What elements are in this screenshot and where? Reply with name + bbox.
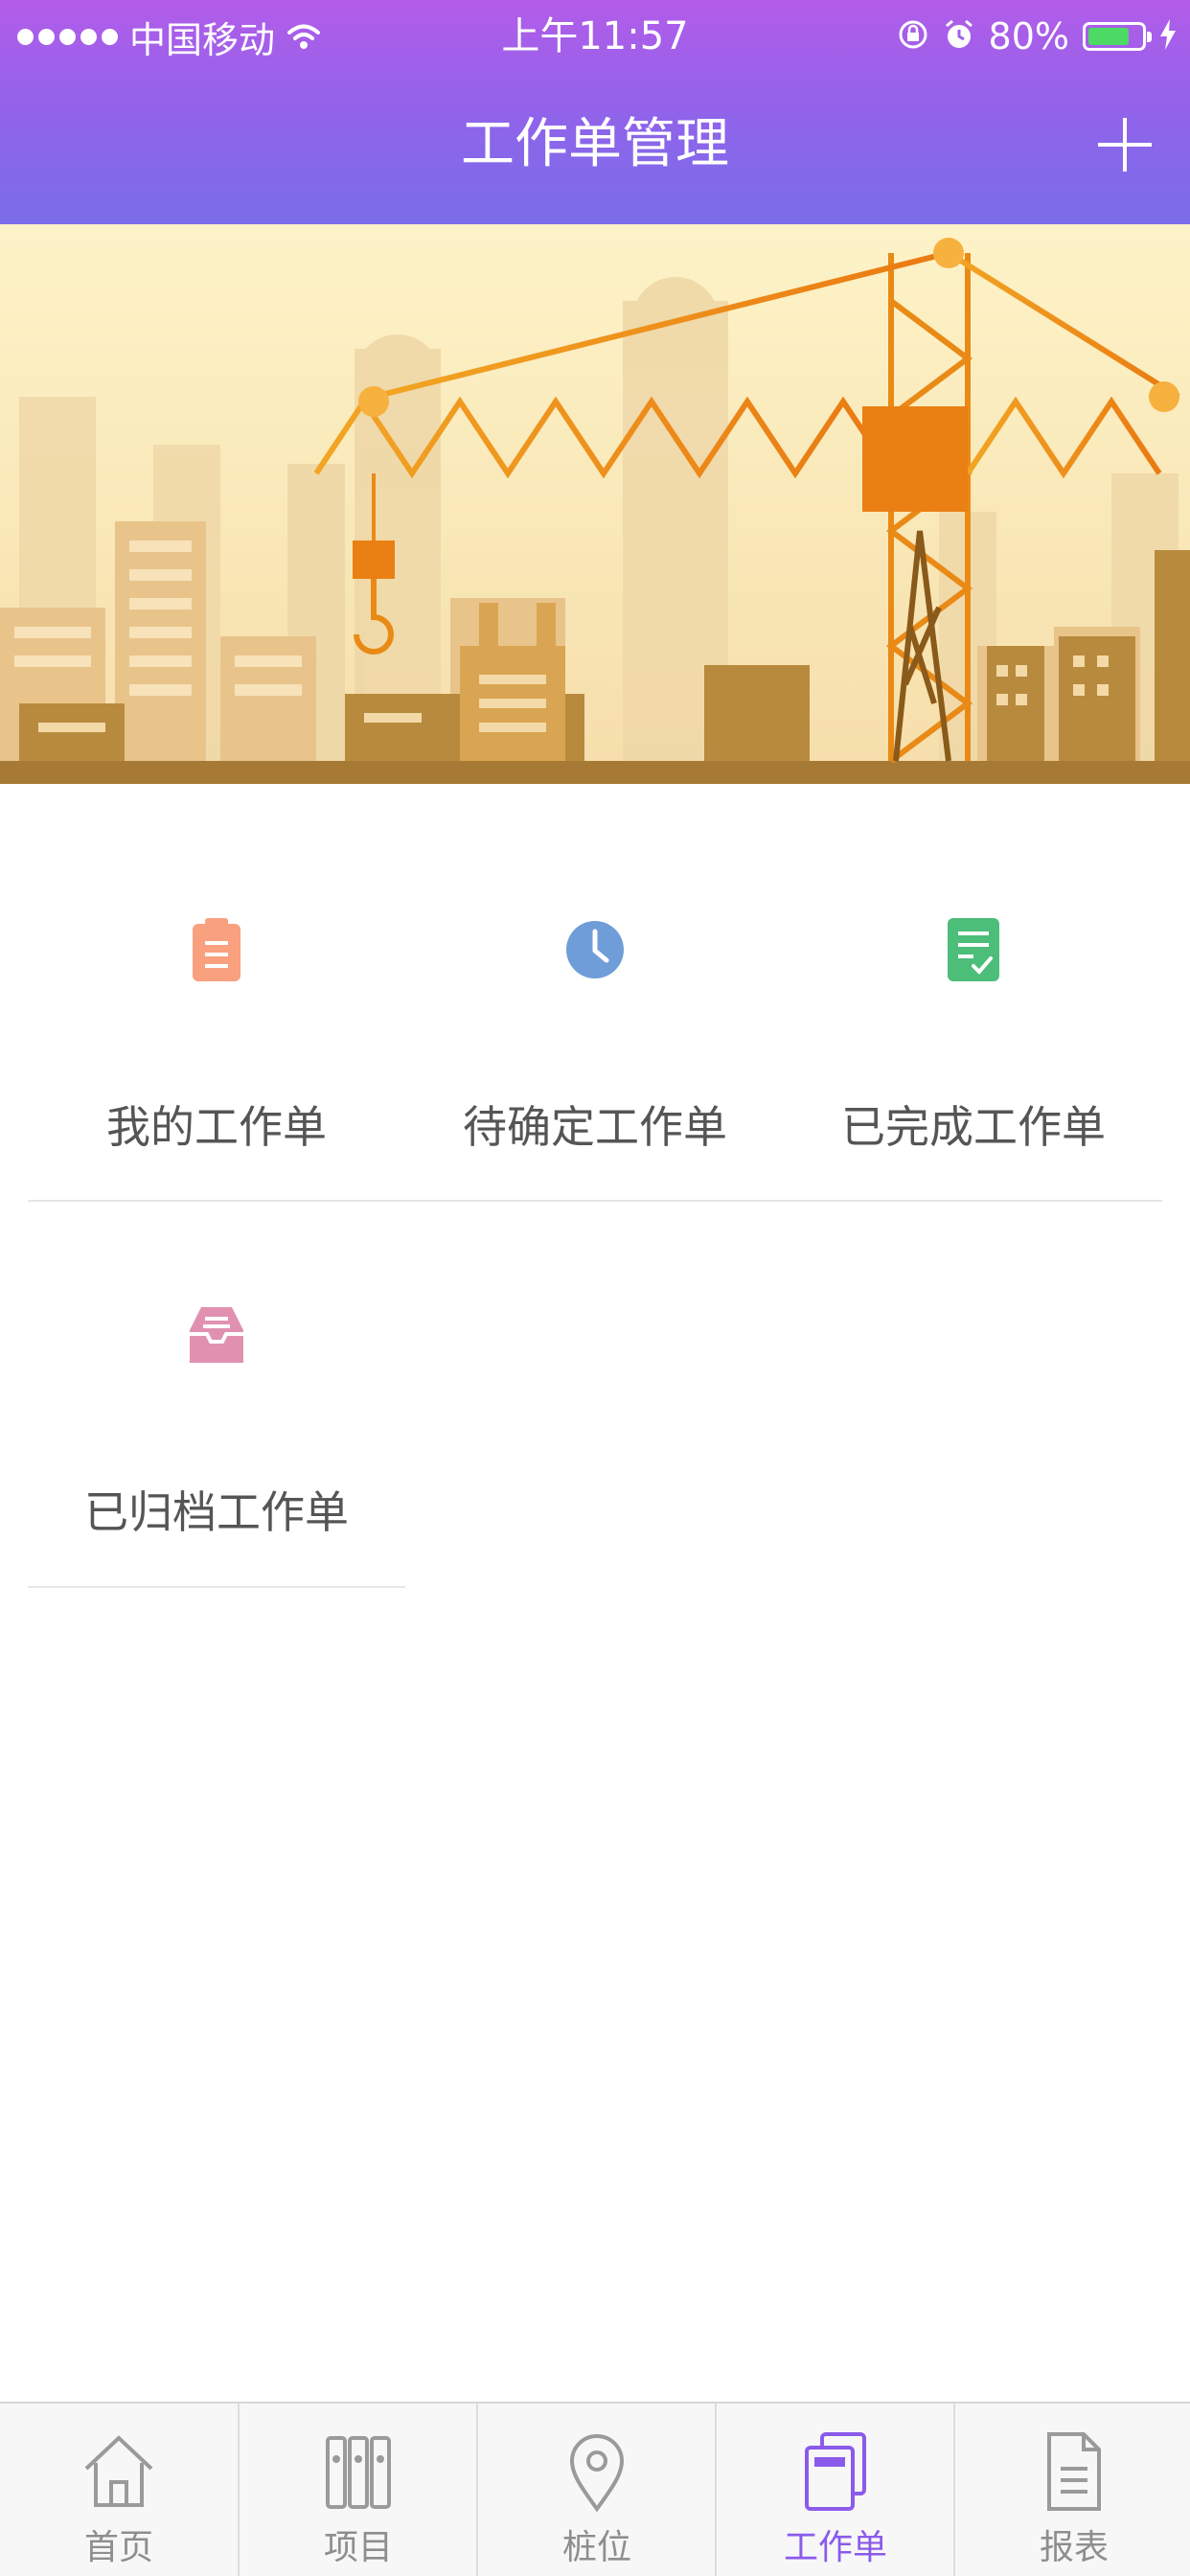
tab-bar: 首页 项目 桩位 工作单 报表 (0, 2402, 1190, 2576)
navigation-bar: 工作单管理 (0, 73, 1190, 224)
charging-bolt-icon (1159, 19, 1177, 54)
grid-item-archived-workorders[interactable]: 已归档工作单 (28, 1301, 405, 1683)
row-divider (28, 1200, 1162, 1202)
tab-pile-position[interactable]: 桩位 (478, 2404, 716, 2576)
construction-crane-illustration (0, 224, 1190, 784)
battery-icon (1083, 22, 1152, 51)
battery-level-fill (1088, 28, 1129, 45)
grid-item-completed-workorders[interactable]: 已完成工作单 (785, 916, 1162, 1298)
grid-item-label: 已归档工作单 (84, 1486, 349, 1538)
report-document-icon (1036, 2428, 1112, 2515)
workorder-stack-icon (797, 2428, 874, 2515)
grid-item-label: 待确定工作单 (463, 1101, 727, 1153)
location-pin-icon (559, 2428, 635, 2515)
status-bar-right: 80% (897, 10, 1177, 63)
tab-label: 项目 (323, 2528, 393, 2567)
grid-item-pending-workorders[interactable]: 待确定工作单 (406, 916, 784, 1298)
page-title: 工作单管理 (461, 113, 729, 175)
grid-item-label: 我的工作单 (106, 1101, 327, 1153)
clipboard-icon (188, 916, 245, 983)
tab-label: 工作单 (783, 2528, 887, 2567)
row-divider (28, 1586, 405, 1588)
grid-item-label: 已完成工作单 (841, 1101, 1106, 1153)
header: 中国移动 上午11:57 80% 工作单管理 (0, 0, 1190, 224)
tab-reports[interactable]: 报表 (955, 2404, 1190, 2576)
add-workorder-button[interactable] (1087, 106, 1163, 183)
rotation-lock-icon (897, 18, 929, 55)
tab-label: 桩位 (561, 2528, 631, 2567)
binders-icon (320, 2428, 397, 2515)
clock-icon (566, 916, 624, 983)
tab-workorders[interactable]: 工作单 (717, 2404, 954, 2576)
home-icon (80, 2428, 157, 2515)
checklist-icon (945, 916, 1002, 983)
alarm-icon (943, 18, 975, 55)
inbox-archive-icon (188, 1301, 245, 1368)
tab-projects[interactable]: 项目 (240, 2404, 477, 2576)
tab-label: 首页 (83, 2528, 153, 2567)
banner-construction (0, 224, 1190, 784)
status-bar: 中国移动 上午11:57 80% (0, 0, 1190, 73)
grid-item-my-workorders[interactable]: 我的工作单 (28, 916, 405, 1298)
tab-home[interactable]: 首页 (0, 2404, 238, 2576)
tab-label: 报表 (1039, 2528, 1109, 2567)
battery-percent: 80% (988, 15, 1069, 58)
